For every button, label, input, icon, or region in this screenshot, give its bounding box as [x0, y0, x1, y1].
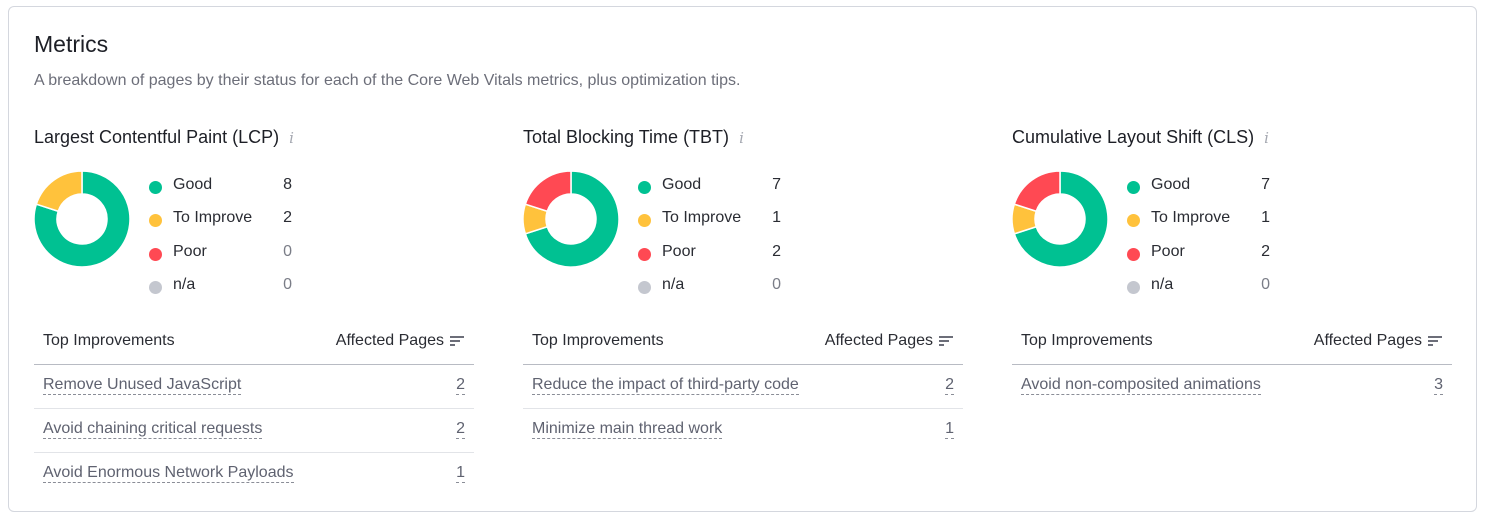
good-dot-icon	[149, 181, 162, 194]
improvement-link[interactable]: Avoid non-composited animations	[1021, 376, 1261, 395]
table-row: Avoid Enormous Network Payloads 1	[34, 453, 474, 496]
sort-icon[interactable]	[939, 334, 953, 348]
improvement-link[interactable]: Avoid Enormous Network Payloads	[43, 464, 294, 483]
affected-pages-count[interactable]: 3	[1434, 376, 1443, 395]
affected-pages-count[interactable]: 1	[945, 420, 954, 439]
metric-panel: Total Blocking Time (TBT) i Good 7 To Improv…	[522, 123, 965, 503]
affected-pages-sort[interactable]: Affected Pages	[336, 332, 464, 350]
metric-panel: Cumulative Layout Shift (CLS) i Good 7 To Im…	[1011, 123, 1454, 503]
table-row: Avoid non-composited animations 3	[1012, 365, 1452, 408]
sort-icon[interactable]	[1428, 334, 1442, 348]
na-dot-icon	[638, 281, 651, 295]
affected-pages-count[interactable]: 2	[456, 376, 465, 395]
metrics-card: Metrics A breakdown of pages by their st…	[8, 6, 1477, 512]
affected-pages-count[interactable]: 2	[945, 376, 954, 395]
affected-pages-sort[interactable]: Affected Pages	[825, 332, 953, 350]
affected-pages-count[interactable]: 1	[456, 464, 465, 483]
table-row: Minimize main thread work 1	[523, 409, 963, 452]
improvements-table-header: Top Improvements Affected Pages	[34, 328, 474, 365]
table-row: Avoid chaining critical requests 2	[34, 409, 474, 453]
donut-chart	[1011, 170, 1109, 268]
table-row: Reduce the impact of third-party code 2	[523, 365, 963, 409]
donut-slice-poor[interactable]	[1013, 170, 1061, 213]
improvement-link[interactable]: Minimize main thread work	[532, 420, 723, 439]
page-subtitle: A breakdown of pages by their status for…	[34, 72, 741, 89]
affected-pages-count[interactable]: 2	[456, 420, 465, 439]
improvements-table-header: Top Improvements Affected Pages	[523, 328, 963, 365]
good-dot-icon	[638, 181, 651, 194]
table-row: Remove Unused JavaScript 2	[34, 365, 474, 409]
poor-dot-icon	[638, 247, 651, 261]
improvement-link[interactable]: Reduce the impact of third-party code	[532, 376, 799, 395]
donut-chart	[33, 170, 131, 268]
metric-title: Total Blocking Time (TBT) i	[523, 127, 744, 147]
metric-panel: Largest Contentful Paint (LCP) i Good 8 To I…	[33, 123, 476, 503]
poor-dot-icon	[1127, 247, 1140, 261]
na-dot-icon	[149, 281, 162, 295]
improve-dot-icon	[1127, 214, 1140, 228]
na-dot-icon	[1127, 281, 1140, 295]
improve-dot-icon	[638, 214, 651, 228]
poor-dot-icon	[149, 247, 162, 261]
metric-title: Largest Contentful Paint (LCP) i	[34, 127, 294, 147]
info-icon[interactable]: i	[289, 129, 294, 147]
donut-chart	[522, 170, 620, 268]
page-title: Metrics	[34, 31, 109, 57]
info-icon[interactable]: i	[739, 129, 744, 147]
improve-dot-icon	[149, 214, 162, 228]
good-dot-icon	[1127, 181, 1140, 194]
improvement-link[interactable]: Remove Unused JavaScript	[43, 376, 242, 395]
sort-icon[interactable]	[450, 334, 464, 348]
improvement-link[interactable]: Avoid chaining critical requests	[43, 420, 263, 439]
donut-slice-poor[interactable]	[524, 170, 572, 213]
info-icon[interactable]: i	[1264, 129, 1269, 147]
metric-title: Cumulative Layout Shift (CLS) i	[1012, 127, 1269, 147]
donut-slice-improve[interactable]	[35, 170, 83, 213]
improvements-table-header: Top Improvements Affected Pages	[1012, 328, 1452, 365]
affected-pages-sort[interactable]: Affected Pages	[1314, 332, 1442, 350]
